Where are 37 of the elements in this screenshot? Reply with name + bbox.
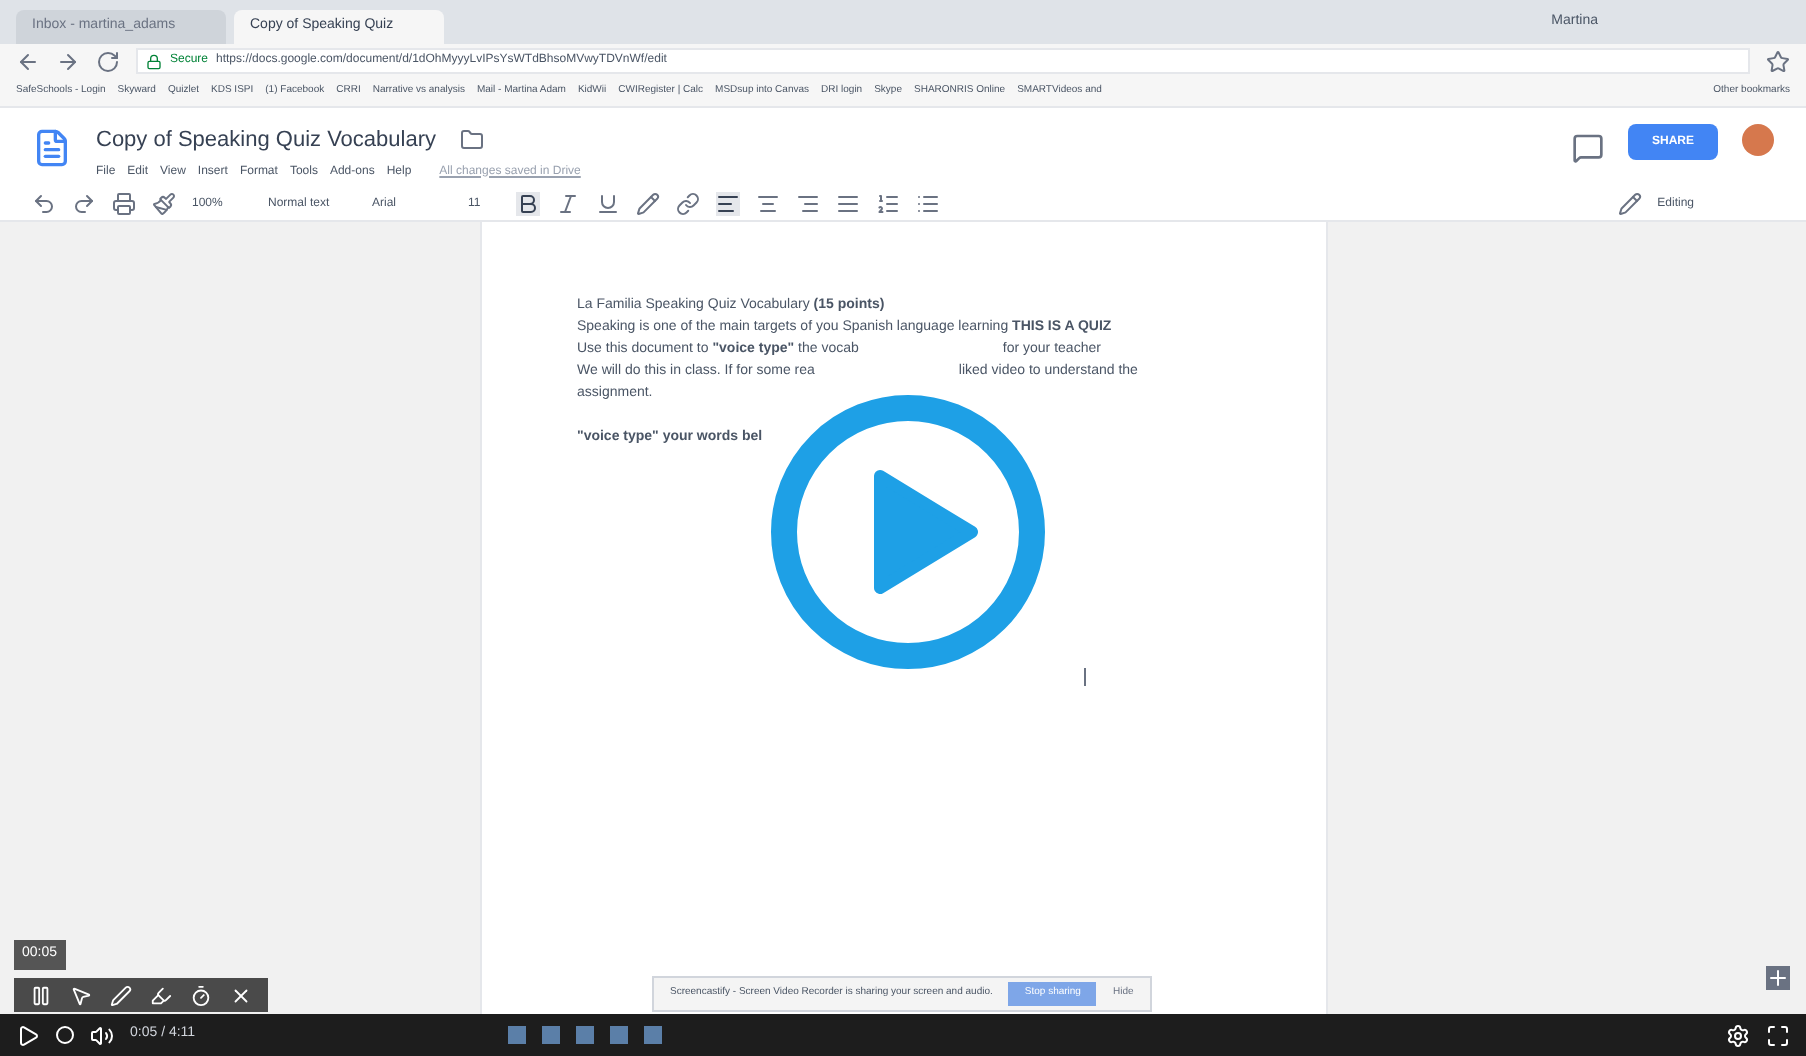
undo-icon[interactable] (32, 192, 56, 216)
pencil-icon (1617, 192, 1642, 216)
add-icon[interactable] (1766, 966, 1790, 990)
pen-icon[interactable] (110, 983, 132, 1007)
paint-format-icon[interactable] (152, 192, 176, 216)
marker-icon[interactable] (150, 983, 172, 1007)
numbered-list-icon[interactable] (876, 192, 900, 216)
volume-icon[interactable] (90, 1023, 114, 1047)
star-icon[interactable] (1766, 49, 1790, 73)
justify-icon[interactable] (836, 192, 860, 216)
back-icon[interactable] (16, 49, 40, 73)
link-icon[interactable] (676, 192, 700, 216)
italic-icon[interactable] (556, 192, 580, 216)
play-button-icon[interactable] (768, 392, 1048, 672)
timer-icon[interactable] (190, 983, 212, 1007)
reload-icon[interactable] (96, 49, 120, 73)
pause-icon[interactable] (30, 983, 52, 1007)
underline-icon[interactable] (596, 192, 620, 216)
document-title[interactable]: Copy of Speaking Quiz Vocabulary (96, 124, 436, 157)
redo-icon[interactable] (72, 192, 96, 216)
lock-icon (146, 53, 162, 69)
docs-logo-icon[interactable] (32, 124, 72, 172)
text-cursor (1083, 668, 1085, 686)
settings-icon[interactable] (1726, 1023, 1750, 1047)
highlight-icon[interactable] (636, 192, 660, 216)
print-icon[interactable] (112, 192, 136, 216)
folder-icon[interactable] (460, 128, 484, 153)
cursor-icon[interactable] (70, 983, 92, 1007)
comments-icon[interactable] (1571, 132, 1604, 164)
play-icon[interactable] (16, 1023, 40, 1047)
avatar[interactable] (1742, 124, 1774, 156)
align-left-icon[interactable] (716, 192, 740, 216)
forward-icon[interactable] (56, 49, 80, 73)
align-center-icon[interactable] (756, 192, 780, 216)
align-right-icon[interactable] (796, 192, 820, 216)
bold-icon[interactable] (516, 192, 540, 216)
fullscreen-icon[interactable] (1766, 1023, 1790, 1047)
